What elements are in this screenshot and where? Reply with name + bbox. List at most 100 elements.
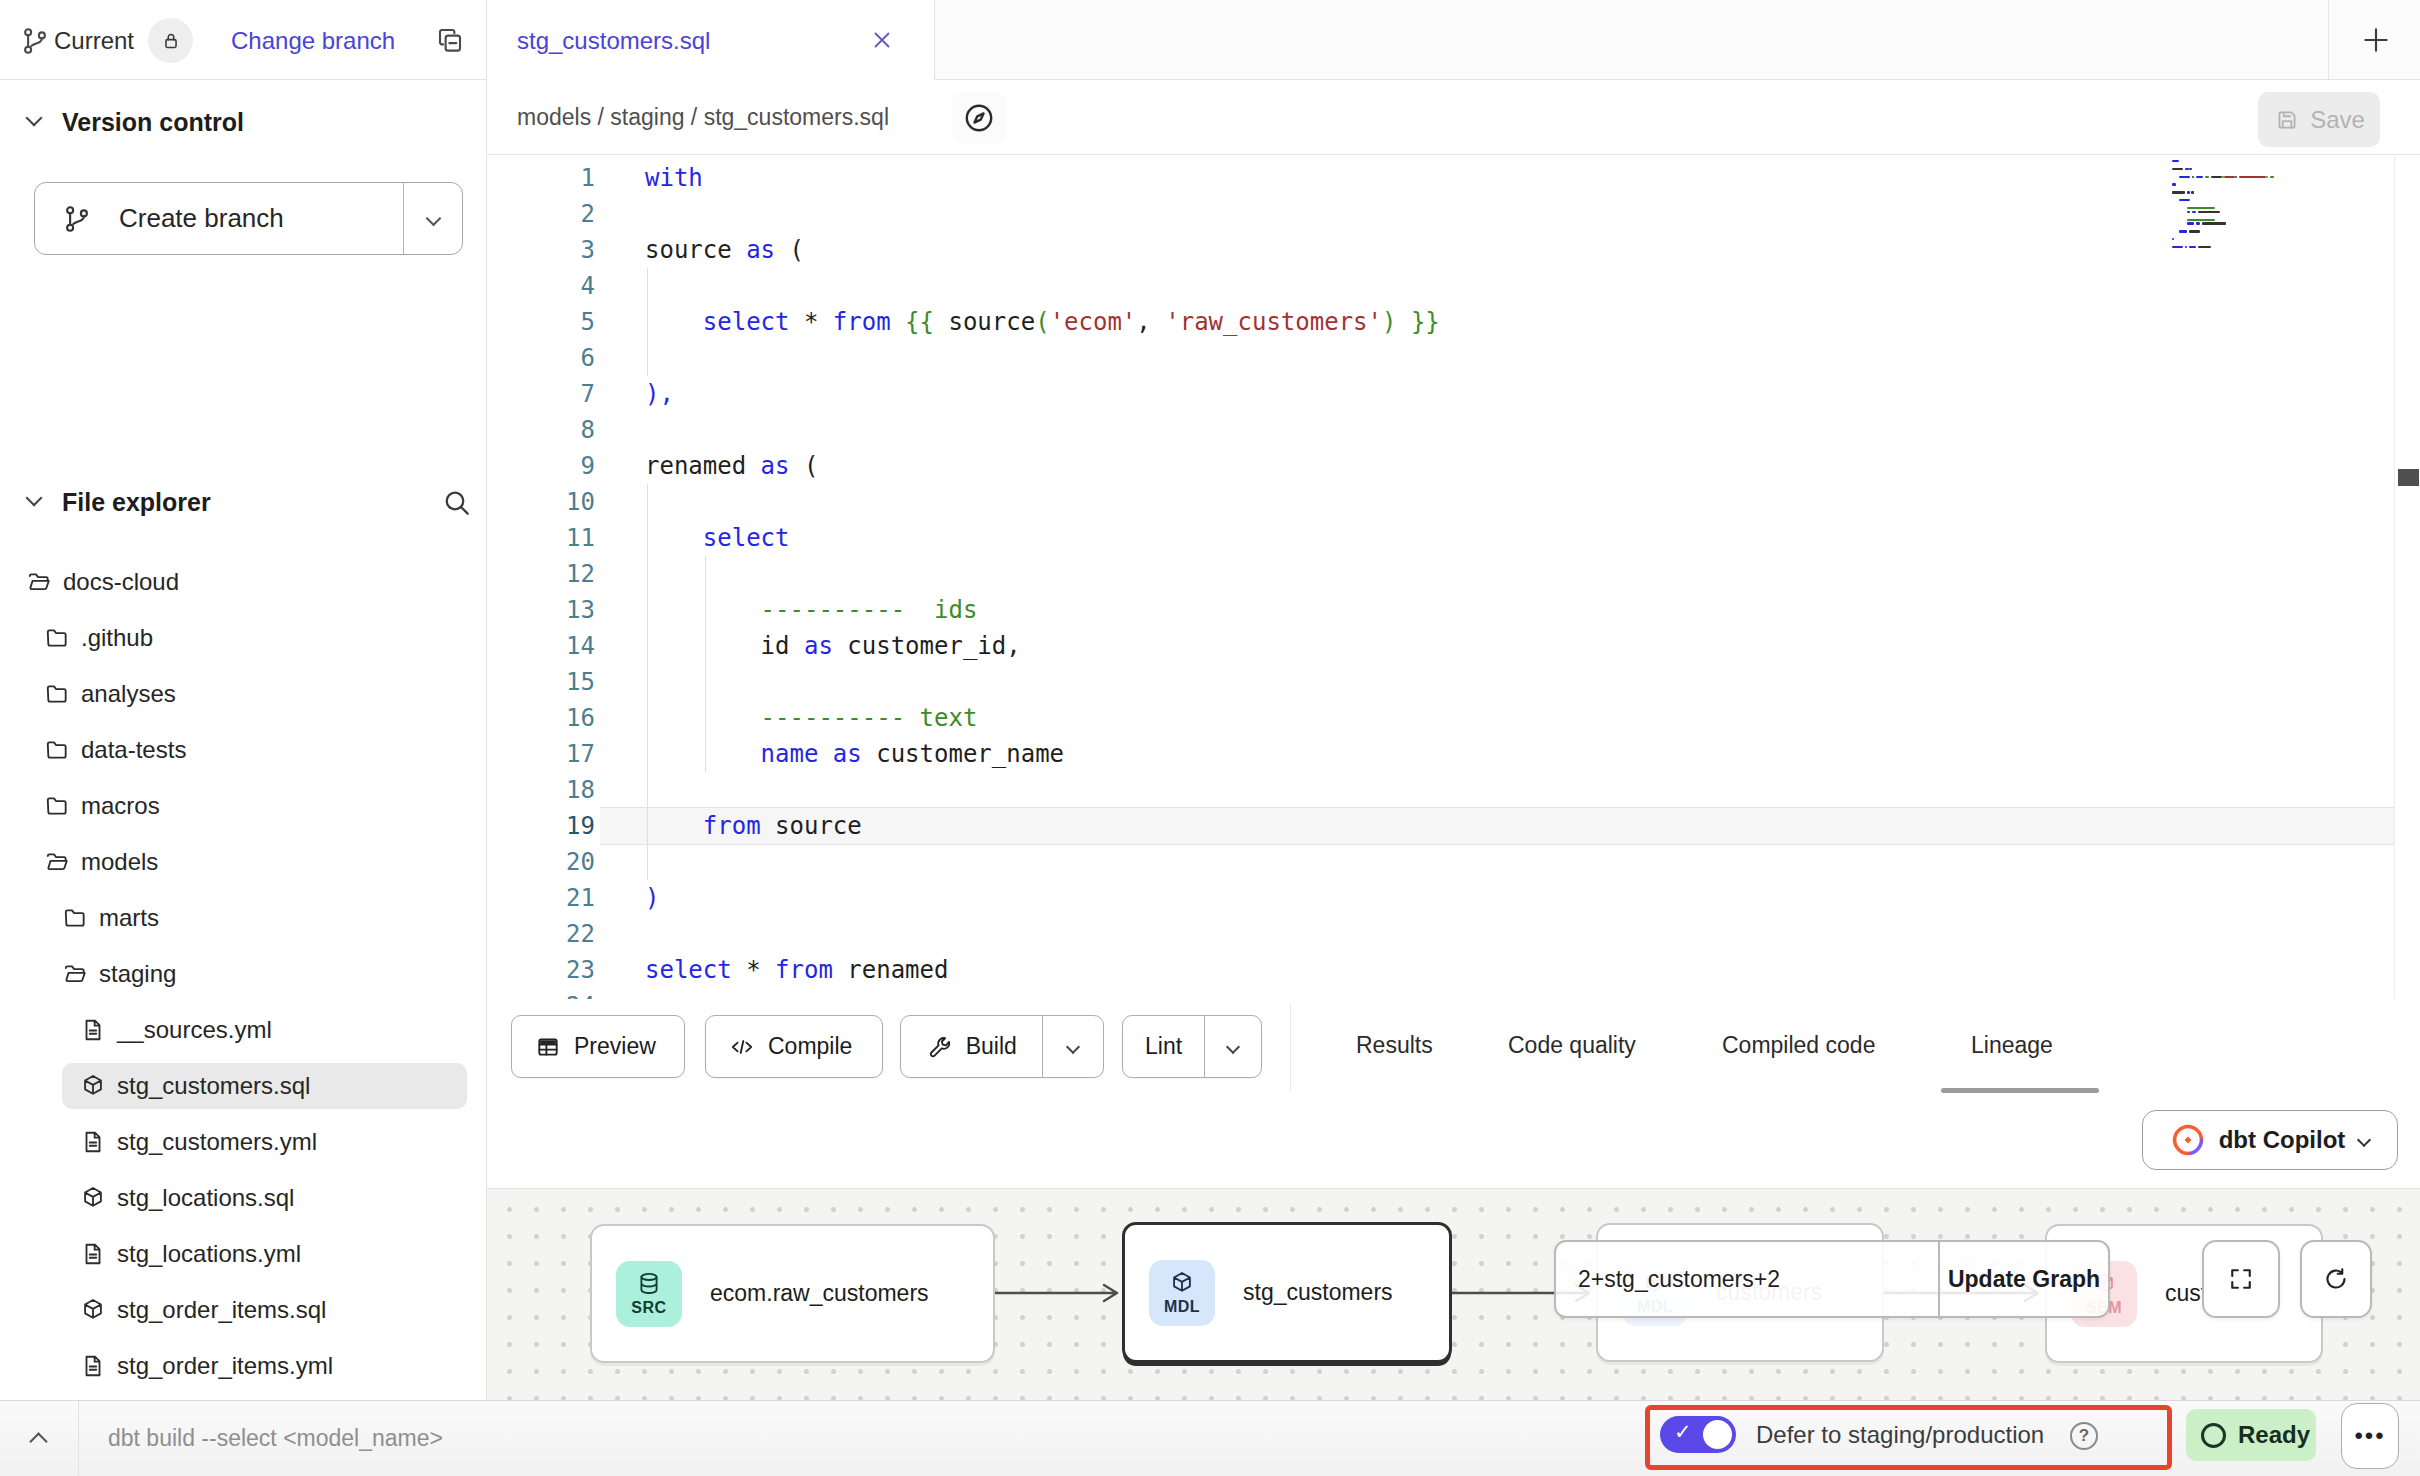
file-explorer-item-label: stg_locations.sql <box>117 1184 294 1212</box>
minimap[interactable] <box>2172 160 2322 270</box>
create-branch-button[interactable]: Create branch <box>34 182 463 255</box>
status-bar: dbt build --select <model_name> ✓ Defer … <box>0 1400 2420 1476</box>
folder-icon <box>44 737 70 763</box>
database-icon <box>636 1271 663 1298</box>
lint-dropdown[interactable] <box>1205 1016 1261 1077</box>
refresh-button[interactable] <box>2300 1240 2372 1318</box>
file-explorer-item-macros[interactable]: macros <box>0 778 487 834</box>
tab-code-quality[interactable]: Code quality <box>1508 1032 1636 1059</box>
lineage-selector-input[interactable]: 2+stg_customers+2 <box>1556 1242 1940 1316</box>
change-branch-link[interactable]: Change branch <box>231 27 395 55</box>
breadcrumb-row: models / staging / stg_customers.sql Sav… <box>487 80 2420 155</box>
code-line-1: with <box>645 160 703 196</box>
file-explorer-item-stg-locations-yml[interactable]: stg_locations.yml <box>0 1226 487 1282</box>
fullscreen-button[interactable] <box>2202 1240 2280 1318</box>
branch-header: Current Change branch <box>0 0 487 80</box>
lint-button[interactable]: Lint <box>1122 1015 1262 1078</box>
defer-toggle[interactable]: ✓ <box>1660 1416 1736 1453</box>
new-tab-button[interactable] <box>2358 22 2394 58</box>
cube-icon <box>1169 1270 1196 1297</box>
file-explorer-item-label: models <box>81 848 158 876</box>
file-explorer-item-stg-order-items-yml[interactable]: stg_order_items.yml <box>0 1338 487 1394</box>
file-explorer-item-stg-customers-sql[interactable]: stg_customers.sql <box>0 1058 487 1114</box>
line-number: 12 <box>487 556 595 592</box>
update-graph-button[interactable]: Update Graph <box>1940 1242 2108 1316</box>
file-explorer-item-label: stg_order_items.sql <box>117 1296 326 1324</box>
create-branch-dropdown[interactable] <box>404 213 462 224</box>
version-control-title: Version control <box>62 108 244 137</box>
create-branch-main[interactable]: Create branch <box>35 183 403 254</box>
close-icon[interactable] <box>868 26 896 54</box>
preview-label: Preview <box>574 1033 656 1060</box>
file-explorer-item-analyses[interactable]: analyses <box>0 666 487 722</box>
file-explorer-item--sources-yml[interactable]: __sources.yml <box>0 1002 487 1058</box>
lint-main[interactable]: Lint <box>1123 1016 1204 1077</box>
save-button[interactable]: Save <box>2258 92 2380 147</box>
wrench-icon <box>926 1033 954 1061</box>
tab-lineage[interactable]: Lineage <box>1971 1032 2053 1059</box>
line-number: 22 <box>487 916 595 952</box>
breadcrumb: models / staging / stg_customers.sql <box>517 104 889 131</box>
file-explorer-item-label: marts <box>99 904 159 932</box>
lock-icon <box>148 18 193 63</box>
tab-stg-customers-sql[interactable]: stg_customers.sql <box>487 0 935 81</box>
command-input[interactable]: dbt build --select <model_name> <box>108 1425 443 1452</box>
more-options-button[interactable]: ••• <box>2341 1403 2399 1469</box>
compass-icon[interactable] <box>952 92 1006 144</box>
code-editor[interactable]: 1with23source as (45 select * from {{ so… <box>487 156 2420 999</box>
fullscreen-icon <box>2225 1263 2257 1295</box>
line-number: 20 <box>487 844 595 880</box>
tab-compiled-code[interactable]: Compiled code <box>1722 1032 1875 1059</box>
preview-button[interactable]: Preview <box>511 1015 685 1078</box>
code-line-17: name as customer_name <box>645 736 1064 772</box>
folder-icon <box>44 793 70 819</box>
collapse-panel-icon[interactable] <box>29 1432 47 1450</box>
compile-button[interactable]: Compile <box>705 1015 883 1078</box>
build-main[interactable]: Build <box>901 1016 1042 1077</box>
file-explorer-item--github[interactable]: .github <box>0 610 487 666</box>
file-explorer-item-staging[interactable]: staging <box>0 946 487 1002</box>
file-explorer-item-stg-locations-sql[interactable]: stg_locations.sql <box>0 1170 487 1226</box>
lineage-canvas[interactable]: SRC ecom.raw_customers MDL stg_customers… <box>487 1189 2420 1400</box>
search-icon[interactable] <box>440 486 474 520</box>
copy-icon[interactable] <box>434 24 466 56</box>
status-badge[interactable]: Ready <box>2186 1409 2316 1461</box>
model-badge: MDL <box>1149 1260 1215 1326</box>
sidebar: Current Change branch Version control Cr… <box>0 0 487 1400</box>
file-explorer-item-label: stg_customers.sql <box>117 1072 310 1100</box>
status-ring-icon <box>2201 1423 2226 1448</box>
table-icon <box>534 1033 562 1061</box>
dbt-copilot-button[interactable]: dbt Copilot <box>2142 1110 2398 1170</box>
line-number: 9 <box>487 448 595 484</box>
save-label: Save <box>2310 106 2365 134</box>
file-explorer-item-marts[interactable]: marts <box>0 890 487 946</box>
tab-results[interactable]: Results <box>1356 1032 1433 1059</box>
create-branch-label: Create branch <box>119 203 284 234</box>
file-explorer-item-label: .github <box>81 624 153 652</box>
compile-label: Compile <box>768 1033 852 1060</box>
file-explorer-chevron-icon[interactable] <box>26 490 43 507</box>
file-icon <box>80 1241 106 1267</box>
code-line-9: renamed as ( <box>645 448 818 484</box>
line-number: 8 <box>487 412 595 448</box>
scrollbar-thumb[interactable] <box>2398 469 2419 486</box>
file-explorer-item-label: __sources.yml <box>117 1016 272 1044</box>
lineage-controls: 2+stg_customers+2 Update Graph <box>1554 1240 2110 1318</box>
help-icon[interactable]: ? <box>2070 1422 2098 1450</box>
file-explorer-item-stg-customers-yml[interactable]: stg_customers.yml <box>0 1114 487 1170</box>
build-button[interactable]: Build <box>900 1015 1104 1078</box>
lineage-node-stg-customers[interactable]: MDL stg_customers <box>1122 1222 1452 1363</box>
current-branch-label: Current <box>54 27 134 55</box>
divider <box>2328 0 2329 80</box>
version-control-chevron-icon[interactable] <box>26 110 43 127</box>
badge-label: SRC <box>631 1299 666 1317</box>
file-explorer-item-docs-cloud[interactable]: docs-cloud <box>0 554 487 610</box>
file-explorer-item-models[interactable]: models <box>0 834 487 890</box>
line-number: 21 <box>487 880 595 916</box>
lineage-node-ecom-raw-customers[interactable]: SRC ecom.raw_customers <box>590 1224 995 1363</box>
file-explorer-item-data-tests[interactable]: data-tests <box>0 722 487 778</box>
file-explorer-item-stg-order-items-sql[interactable]: stg_order_items.sql <box>0 1282 487 1338</box>
divider <box>2394 156 2395 999</box>
build-dropdown[interactable] <box>1043 1016 1103 1077</box>
line-number: 1 <box>487 160 595 196</box>
